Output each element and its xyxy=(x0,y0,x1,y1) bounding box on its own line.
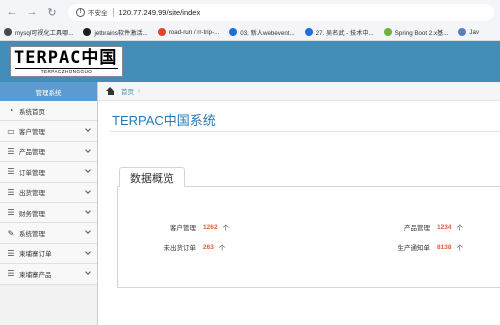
url-text[interactable]: 120.77.249.99/site/index xyxy=(119,8,201,17)
sidebar-item[interactable]: ✎ 系统管理 xyxy=(0,223,97,244)
back-arrow-icon[interactable]: ← xyxy=(4,4,20,20)
app-header: TERPAC中国 TERPACZHONGGUO xyxy=(0,41,500,82)
bookmark-item[interactable]: jetbrains软件激活... xyxy=(83,28,148,37)
sidebar-item-label: 系统首页 xyxy=(19,108,45,116)
sidebar-item[interactable]: ☰ 财务管理 xyxy=(0,202,97,224)
sidebar-item-label: 产品管理 xyxy=(19,149,45,157)
stat-label: 产品管理 xyxy=(404,225,430,232)
page-title: TERPAC中国系统 xyxy=(112,113,216,128)
bookmark-favicon-icon xyxy=(304,28,313,36)
logo-sub-text: TERPACZHONGGUO xyxy=(40,69,93,74)
bookmark-item[interactable]: road-run / rr-trip-... xyxy=(157,28,220,36)
sidebar-item-label: 柬埔寨订单 xyxy=(19,251,52,259)
sidebar-item-label: 财务管理 xyxy=(19,210,45,218)
forward-arrow-icon[interactable]: → xyxy=(24,4,40,20)
stat-value[interactable]: 263 xyxy=(203,244,214,251)
overview-panel xyxy=(117,186,500,288)
sidebar-item-label: 客户管理 xyxy=(19,129,45,137)
bookmark-label: 27. 吴名武 - 技术中... xyxy=(315,29,374,37)
breadcrumb-home-link[interactable]: 首页 xyxy=(121,86,134,96)
divider xyxy=(112,7,114,17)
sidebar-item[interactable]: ☰ 订单管理 xyxy=(0,162,97,183)
bookmark-item[interactable]: Spring Boot 2.x基... xyxy=(383,28,449,37)
sidebar-item-label: 出货管理 xyxy=(19,190,45,198)
bookmark-label: jetbrains软件激活... xyxy=(94,29,148,37)
home-icon[interactable] xyxy=(106,87,115,95)
sidebar-item[interactable]: ▭ 客户管理 xyxy=(0,121,97,142)
sidebar-item[interactable]: ☰ 柬埔寨订单 xyxy=(0,243,97,265)
stat-value[interactable]: 1234 xyxy=(437,224,451,231)
sidebar-item[interactable]: ◔ 系统首页 xyxy=(0,101,97,122)
title-divider xyxy=(110,131,500,132)
list-icon: ☰ xyxy=(7,167,15,177)
tab-data-overview[interactable]: 数据概览 xyxy=(119,167,185,187)
stat-unit: 个 xyxy=(222,225,229,232)
stat-unit: 个 xyxy=(456,225,463,232)
reload-icon[interactable]: ↻ xyxy=(44,4,60,20)
stat-label: 客户管理 xyxy=(170,225,196,232)
chevron-down-icon xyxy=(85,208,91,214)
bookmark-item[interactable]: mysql可视化工具哪... xyxy=(4,28,73,37)
chevron-down-icon xyxy=(85,146,91,153)
list-icon: ☰ xyxy=(7,248,15,258)
bookmark-favicon-icon xyxy=(229,28,238,36)
sidebar: 管理系统 ◔ 系统首页 ▭ 客户管理 ☰ 产品管理 ☰ 订单管理 ☰ 出货管理 ☰ 财务管理 ✎ 系统管理… xyxy=(0,82,98,325)
sidebar-header: 管理系统 xyxy=(0,82,97,101)
stat-customer: 客户管理 1262 个 xyxy=(140,222,229,233)
logo-main-text: TERPAC中国 xyxy=(14,48,118,68)
sidebar-item-label: 订单管理 xyxy=(19,169,45,177)
bookmark-item[interactable]: 03. 新人webevent... xyxy=(229,28,295,37)
chevron-down-icon xyxy=(85,167,91,174)
stat-unit: 个 xyxy=(456,245,463,252)
bookmark-favicon-icon xyxy=(383,28,392,36)
desktop-icon: ▭ xyxy=(7,126,15,136)
breadcrumb: 首页 › xyxy=(98,82,500,101)
sidebar-item[interactable]: ☰ 柬埔寨产品 xyxy=(0,264,97,285)
stat-label: 生产通知单 xyxy=(397,245,431,252)
bookmark-label: Spring Boot 2.x基... xyxy=(394,29,449,37)
bookmark-favicon-icon xyxy=(458,28,467,36)
list-icon: ☰ xyxy=(7,187,15,197)
bookmark-label: 03. 新人webevent... xyxy=(240,29,295,37)
bookmark-label: Jav xyxy=(469,28,480,36)
chevron-down-icon xyxy=(85,187,91,194)
stat-value[interactable]: 1262 xyxy=(203,224,217,231)
list-icon: ☰ xyxy=(7,269,15,279)
list-icon: ☰ xyxy=(7,146,15,156)
dashboard-icon: ◔ xyxy=(8,106,14,116)
bookmark-favicon-icon xyxy=(157,28,166,36)
browser-toolbar: ← → ↻ ! 不安全 120.77.249.99/site/index xyxy=(0,0,500,24)
bookmark-label: road-run / rr-trip-... xyxy=(168,28,220,36)
insecure-label: 不安全 xyxy=(88,10,108,17)
bookmark-favicon-icon xyxy=(83,28,92,36)
stat-production: 生产通知单 8138 个 xyxy=(374,242,463,253)
chevron-down-icon xyxy=(85,126,91,133)
stat-unshipped: 未出货订单 263 个 xyxy=(140,242,226,253)
bookmark-favicon-icon xyxy=(4,28,12,36)
edit-icon: ✎ xyxy=(7,228,15,238)
stat-unit: 个 xyxy=(218,245,226,252)
breadcrumb-separator: › xyxy=(138,87,141,95)
sidebar-item[interactable]: ☰ 出货管理 xyxy=(0,182,97,203)
bookmarks-bar: mysql可视化工具哪... jetbrains软件激活... road-run /… xyxy=(0,24,500,41)
list-icon: ☰ xyxy=(7,208,15,218)
chevron-down-icon xyxy=(85,269,91,275)
bookmark-label: mysql可视化工具哪... xyxy=(15,29,74,37)
sidebar-item-label: 系统管理 xyxy=(19,231,45,239)
sidebar-item[interactable]: ☰ 产品管理 xyxy=(0,141,97,163)
stat-product: 产品管理 1234 个 xyxy=(374,222,463,233)
bookmark-item[interactable]: Jav xyxy=(458,28,479,36)
sidebar-item-label: 柬埔寨产品 xyxy=(19,271,52,279)
stat-value[interactable]: 8138 xyxy=(437,244,451,251)
chevron-down-icon xyxy=(85,228,91,235)
bookmark-item[interactable]: 27. 吴名武 - 技术中... xyxy=(304,28,374,37)
logo[interactable]: TERPAC中国 TERPACZHONGGUO xyxy=(10,46,123,77)
address-bar[interactable]: ! 不安全 120.77.249.99/site/index xyxy=(68,3,494,21)
warning-icon: ! xyxy=(76,7,85,17)
chevron-down-icon xyxy=(85,248,91,255)
stat-label: 未出货订单 xyxy=(163,245,197,252)
